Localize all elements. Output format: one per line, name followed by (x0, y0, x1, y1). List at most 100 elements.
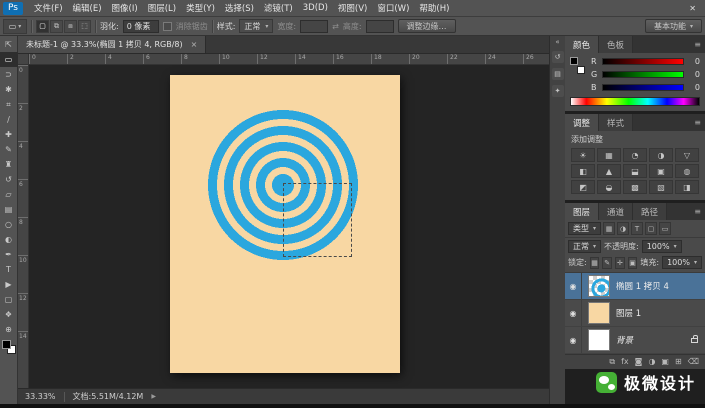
pen-tool[interactable]: ✒ (0, 247, 18, 262)
photo-filter-icon[interactable]: ▣ (649, 164, 673, 178)
menu-image[interactable]: 图像(I) (107, 0, 143, 16)
quick-selection-tool[interactable]: ✱ (0, 82, 18, 97)
tool-preset-picker[interactable]: ▭ ▾ (3, 18, 27, 34)
lock-transparent-pixels-icon[interactable]: ▦ (589, 256, 600, 269)
filter-pixel-layers-icon[interactable]: ▦ (603, 222, 616, 235)
crop-tool[interactable]: ⌗ (0, 97, 18, 112)
eyedropper-tool[interactable]: ∕ (0, 112, 18, 127)
healing-brush-tool[interactable]: ✚ (0, 127, 18, 142)
add-to-selection-icon[interactable]: ⧉ (50, 19, 63, 33)
invert-icon[interactable]: ◩ (571, 180, 595, 194)
filter-type-layers-icon[interactable]: T (631, 222, 644, 235)
foreground-color-swatch[interactable] (570, 57, 578, 65)
gradient-map-icon[interactable]: ▧ (649, 180, 673, 194)
subtract-from-selection-icon[interactable]: ⧈ (64, 19, 77, 33)
blue-channel-slider[interactable] (602, 84, 684, 91)
black-white-icon[interactable]: ⬓ (623, 164, 647, 178)
status-options-arrow-icon[interactable]: ▶ (151, 393, 156, 400)
blue-channel-value[interactable]: 0 (688, 83, 700, 92)
filter-smart-objects-icon[interactable]: ▭ (659, 222, 672, 235)
menu-layer[interactable]: 图层(L) (143, 0, 181, 16)
menu-help[interactable]: 帮助(H) (414, 0, 454, 16)
document-canvas[interactable] (170, 75, 400, 373)
menu-window[interactable]: 窗口(W) (372, 0, 414, 16)
tab-layers[interactable]: 图层 (565, 203, 600, 220)
new-layer-icon[interactable]: ⊞ (675, 358, 682, 366)
new-adjustment-layer-icon[interactable]: ◑ (648, 358, 655, 366)
expand-panels-icon[interactable]: « (555, 38, 559, 46)
exposure-icon[interactable]: ◑ (649, 148, 673, 162)
filter-shape-layers-icon[interactable]: ▢ (645, 222, 658, 235)
opacity-select[interactable]: 100% ▾ (641, 240, 682, 253)
menu-select[interactable]: 选择(S) (220, 0, 259, 16)
vertical-ruler[interactable]: 0 2 4 6 8 10 12 14 (18, 65, 29, 388)
hand-tool[interactable]: ❖ (0, 307, 18, 322)
panel-menu-icon[interactable]: ≡ (690, 114, 705, 131)
menu-3d[interactable]: 3D(D) (298, 0, 333, 16)
green-channel-slider[interactable] (602, 71, 684, 78)
selective-color-icon[interactable]: ◨ (675, 180, 699, 194)
layer-name[interactable]: 背景 (616, 334, 687, 346)
layer-row-ellipse-copy-4[interactable]: ◉ 椭圆 1 拷贝 4 (565, 273, 705, 300)
intersect-selection-icon[interactable]: ⬚ (78, 19, 91, 33)
dodge-tool[interactable]: ◐ (0, 232, 18, 247)
hue-saturation-icon[interactable]: ◧ (571, 164, 595, 178)
blur-tool[interactable]: ○ (0, 217, 18, 232)
layer-filter-type-select[interactable]: 类型 ▾ (568, 222, 602, 235)
color-swatch-widget[interactable] (570, 57, 586, 75)
tab-styles[interactable]: 样式 (599, 114, 634, 131)
foreground-color-swatch[interactable] (1, 340, 11, 349)
properties-panel-icon[interactable]: ▤ (551, 68, 564, 80)
feather-input[interactable]: 0 像素 (122, 19, 159, 33)
layer-row-background[interactable]: ◉ 背景 (565, 327, 705, 354)
height-input[interactable] (365, 19, 394, 33)
fill-select[interactable]: 100% ▾ (662, 256, 702, 269)
layer-row-layer-1[interactable]: ◉ 图层 1 (565, 300, 705, 327)
horizontal-ruler[interactable]: 0 2 4 6 8 10 12 14 16 18 20 22 24 26 (18, 54, 549, 65)
clone-stamp-tool[interactable]: ♜ (0, 157, 18, 172)
layer-thumbnail[interactable] (588, 329, 610, 351)
layer-visibility-eye-icon[interactable]: ◉ (565, 300, 582, 326)
tab-paths[interactable]: 路径 (633, 203, 668, 220)
window-close-icon[interactable]: ✕ (680, 4, 705, 13)
menu-filter[interactable]: 滤镜(T) (259, 0, 298, 16)
menu-type[interactable]: 类型(Y) (181, 0, 220, 16)
blend-mode-select[interactable]: 正常 ▾ (568, 240, 602, 253)
eraser-tool[interactable]: ▱ (0, 187, 18, 202)
tab-swatches[interactable]: 色板 (599, 36, 634, 53)
layer-visibility-eye-icon[interactable]: ◉ (565, 327, 582, 353)
workspace-switcher-button[interactable]: 基本功能 ▾ (644, 19, 702, 33)
posterize-icon[interactable]: ◒ (597, 180, 621, 194)
document-tab[interactable]: 未标题-1 @ 33.3%(椭圆 1 拷贝 4, RGB/8) × (18, 36, 207, 53)
antialias-checkbox[interactable] (162, 21, 172, 31)
foreground-background-swatches[interactable] (1, 340, 16, 354)
path-selection-tool[interactable]: ▶ (0, 277, 18, 292)
red-channel-value[interactable]: 0 (688, 57, 700, 66)
lasso-tool[interactable]: ⊃ (0, 67, 18, 82)
panel-menu-icon[interactable]: ≡ (690, 36, 705, 53)
rectangular-marquee-tool[interactable]: ▭ (0, 52, 18, 67)
new-group-icon[interactable]: ▣ (661, 358, 669, 366)
layer-thumbnail[interactable] (588, 302, 610, 324)
vibrance-icon[interactable]: ▽ (675, 148, 699, 162)
lock-image-pixels-icon[interactable]: ✎ (602, 256, 613, 269)
color-balance-icon[interactable]: ▲ (597, 164, 621, 178)
layer-name[interactable]: 椭圆 1 拷贝 4 (616, 280, 705, 292)
style-select[interactable]: 正常 ▾ (239, 19, 274, 33)
type-tool[interactable]: T (0, 262, 18, 277)
tab-close-icon[interactable]: × (191, 40, 198, 49)
info-panel-icon[interactable]: ✦ (551, 85, 564, 97)
levels-icon[interactable]: ▦ (597, 148, 621, 162)
menu-edit[interactable]: 编辑(E) (68, 0, 107, 16)
gradient-tool[interactable]: ▤ (0, 202, 18, 217)
width-input[interactable] (300, 19, 329, 33)
zoom-level[interactable]: 33.33% (25, 392, 56, 401)
canvas[interactable] (29, 65, 549, 388)
layer-style-fx-icon[interactable]: fx (621, 358, 629, 366)
menu-file[interactable]: 文件(F) (29, 0, 68, 16)
history-brush-tool[interactable]: ↺ (0, 172, 18, 187)
background-color-swatch[interactable] (577, 66, 585, 74)
zoom-tool[interactable]: ⊕ (0, 322, 18, 337)
tab-channels[interactable]: 通道 (599, 203, 634, 220)
refine-edge-button[interactable]: 调整边缘… (397, 19, 456, 33)
